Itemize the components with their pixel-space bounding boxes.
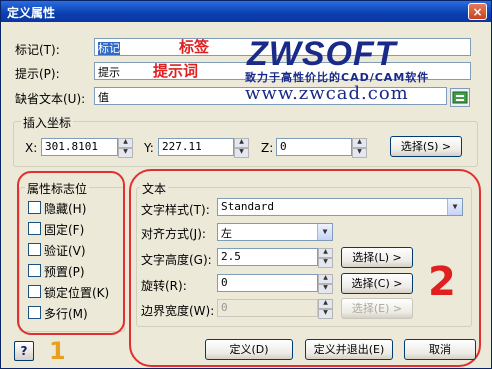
text-height-label: 文字高度(G): — [141, 253, 212, 267]
cancel-button[interactable]: 取消 — [404, 339, 476, 360]
prompt-label: 提示(P): — [15, 67, 60, 81]
z-spinner[interactable]: ▲ ▼ — [352, 138, 367, 158]
tag-value: 标记 — [98, 42, 120, 55]
y-label: Y: — [144, 141, 154, 155]
select-insert-point-button[interactable]: 选择(S) > — [390, 136, 462, 157]
rotation-spinner[interactable]: ▲ ▼ — [318, 274, 333, 294]
insert-field-button[interactable] — [450, 88, 470, 107]
z-label: Z: — [261, 141, 274, 155]
verify-checkbox[interactable] — [28, 243, 41, 256]
multiline-label: 多行(M) — [44, 307, 88, 321]
lock-position-checkbox[interactable] — [28, 285, 41, 298]
text-style-value: Standard — [221, 200, 274, 213]
window-title: 定义属性 — [7, 6, 56, 20]
y-input[interactable]: 227.11 — [158, 138, 234, 156]
y-spinner[interactable]: ▲ ▼ — [234, 138, 249, 158]
boundary-width-spinner[interactable]: ▲ ▼ — [318, 299, 333, 319]
multiline-checkbox[interactable] — [28, 306, 41, 319]
lock-position-label: 锁定位置(K) — [44, 286, 110, 300]
close-button[interactable]: × — [468, 3, 487, 20]
fixed-checkbox[interactable] — [28, 222, 41, 235]
annotation-number-2: 2 — [428, 259, 456, 305]
hidden-label: 隐藏(H) — [44, 202, 87, 216]
justification-label: 对齐方式(J): — [141, 227, 206, 241]
x-label: X: — [25, 141, 38, 155]
justification-select[interactable]: 左 ▼ — [217, 223, 333, 241]
field-icon — [452, 91, 468, 104]
select-boundary-width-button[interactable]: 选择(E) > — [341, 298, 413, 319]
logo-url: www.zwcad.com — [245, 83, 409, 104]
title-bar: 定义属性 × — [1, 1, 491, 22]
annotation-number-1: 1 — [49, 337, 66, 365]
x-spinner[interactable]: ▲ ▼ — [118, 138, 133, 158]
rotation-input[interactable]: 0 — [217, 274, 318, 292]
select-height-button[interactable]: 选择(L) > — [341, 247, 413, 268]
text-settings-title: 文本 — [140, 180, 169, 197]
define-button[interactable]: 定义(D) — [205, 339, 293, 360]
preset-label: 预置(P) — [44, 265, 85, 279]
rotation-label: 旋转(R): — [141, 279, 187, 293]
preset-checkbox[interactable] — [28, 264, 41, 277]
x-input[interactable]: 301.8101 — [41, 138, 118, 156]
hidden-checkbox[interactable] — [28, 201, 41, 214]
tag-annotation: 标签 — [179, 38, 210, 56]
text-style-select[interactable]: Standard ▼ — [217, 198, 463, 216]
tag-label: 标记(T): — [15, 43, 60, 57]
define-attribute-dialog: 定义属性 × 标记(T): 标记 提示(P): 提示 缺省文本(U): 值 标签… — [0, 0, 492, 369]
help-button[interactable]: ? — [14, 341, 34, 361]
text-style-label: 文字样式(T): — [141, 203, 210, 217]
default-text-label: 缺省文本(U): — [15, 92, 86, 106]
boundary-width-input[interactable]: 0 — [217, 299, 318, 317]
text-height-input[interactable]: 2.5 — [217, 248, 318, 266]
chevron-down-icon: ▼ — [317, 224, 332, 240]
attribute-flags-title: 属性标志位 — [25, 180, 90, 197]
prompt-annotation: 提示词 — [153, 62, 199, 80]
fixed-label: 固定(F) — [44, 223, 85, 237]
select-rotation-button[interactable]: 选择(C) > — [341, 273, 413, 294]
justification-value: 左 — [221, 227, 232, 240]
z-input[interactable]: 0 — [276, 138, 352, 156]
text-height-spinner[interactable]: ▲ ▼ — [318, 248, 333, 268]
define-and-exit-button[interactable]: 定义并退出(E) — [305, 339, 393, 360]
verify-label: 验证(V) — [44, 244, 86, 258]
chevron-down-icon: ▼ — [447, 199, 462, 215]
insert-point-title: 插入坐标 — [21, 114, 74, 131]
boundary-width-label: 边界宽度(W): — [141, 304, 215, 318]
